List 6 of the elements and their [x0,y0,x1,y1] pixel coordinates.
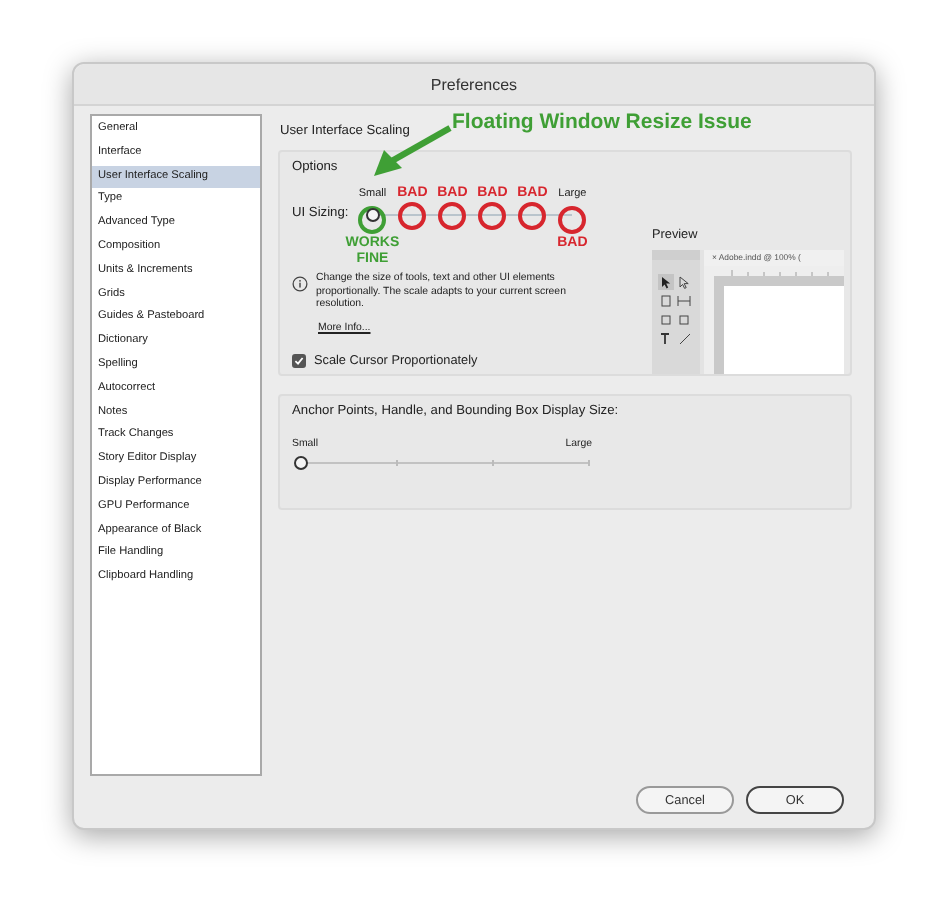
window-title: Preferences [430,75,518,93]
slider-thumb[interactable] [365,208,380,222]
annotation-title: Floating Window Resize Issue [452,110,752,134]
slider-thumb[interactable] [293,456,307,470]
info-icon [292,276,308,292]
checkbox[interactable] [292,353,306,368]
